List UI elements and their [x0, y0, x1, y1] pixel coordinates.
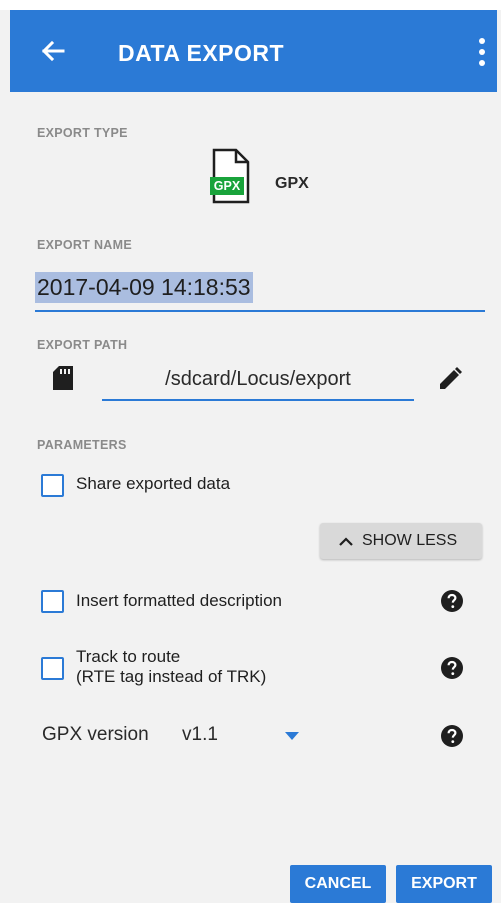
insert-description-label[interactable]: Insert formatted description	[76, 591, 282, 611]
track-to-route-checkbox[interactable]	[41, 657, 64, 680]
help-circle-icon[interactable]	[440, 656, 464, 680]
status-strip	[0, 0, 501, 10]
help-circle-icon[interactable]	[440, 724, 464, 748]
export-name-input[interactable]: 2017-04-09 14:18:53	[35, 270, 485, 314]
more-vertical-dot	[479, 49, 485, 55]
export-path-value: /sdcard/Locus/export	[165, 368, 351, 390]
page-title: DATA EXPORT	[118, 40, 285, 66]
export-name-value: 2017-04-09 14:18:53	[35, 272, 253, 303]
export-form: EXPORT TYPE GPX GPX EXPORT NAME 2017-04-…	[10, 92, 497, 903]
export-type-label: EXPORT TYPE	[37, 126, 128, 140]
show-less-label: SHOW LESS	[362, 532, 458, 549]
parameters-label: PARAMETERS	[37, 438, 127, 452]
gpx-version-select[interactable]: v1.1	[182, 724, 218, 746]
arrow-left-icon	[41, 40, 65, 62]
edit-path-button[interactable]	[437, 366, 463, 392]
track-to-route-label[interactable]: Track to route	[76, 647, 180, 667]
more-vertical-icon	[479, 38, 485, 44]
track-to-route-sublabel[interactable]: (RTE tag instead of TRK)	[76, 667, 266, 687]
gpx-version-label: GPX version	[42, 724, 149, 745]
sd-card-icon	[52, 365, 74, 391]
export-path-field[interactable]: /sdcard/Locus/export	[102, 362, 414, 402]
cancel-button[interactable]: CANCEL	[290, 865, 386, 903]
help-circle-icon[interactable]	[440, 589, 464, 613]
dropdown-arrow-icon[interactable]	[285, 732, 299, 740]
pencil-icon	[440, 367, 462, 389]
insert-description-checkbox[interactable]	[41, 590, 64, 613]
gpx-icon-text: GPX	[213, 179, 241, 193]
input-underline	[35, 310, 485, 312]
show-less-button[interactable]: SHOW LESS	[320, 523, 482, 559]
export-type-value: GPX	[275, 175, 309, 192]
back-button[interactable]	[36, 34, 70, 68]
export-name-label: EXPORT NAME	[37, 238, 132, 252]
input-underline	[102, 399, 414, 401]
chevron-up-icon	[339, 537, 353, 546]
export-path-label: EXPORT PATH	[37, 338, 128, 352]
overflow-menu-button[interactable]	[476, 35, 488, 69]
share-label[interactable]: Share exported data	[76, 474, 230, 494]
share-checkbox[interactable]	[41, 474, 64, 497]
gpx-file-icon: GPX	[208, 148, 254, 204]
more-vertical-dot	[479, 60, 485, 66]
export-button[interactable]: EXPORT	[396, 865, 492, 903]
app-bar: DATA EXPORT	[10, 10, 497, 92]
